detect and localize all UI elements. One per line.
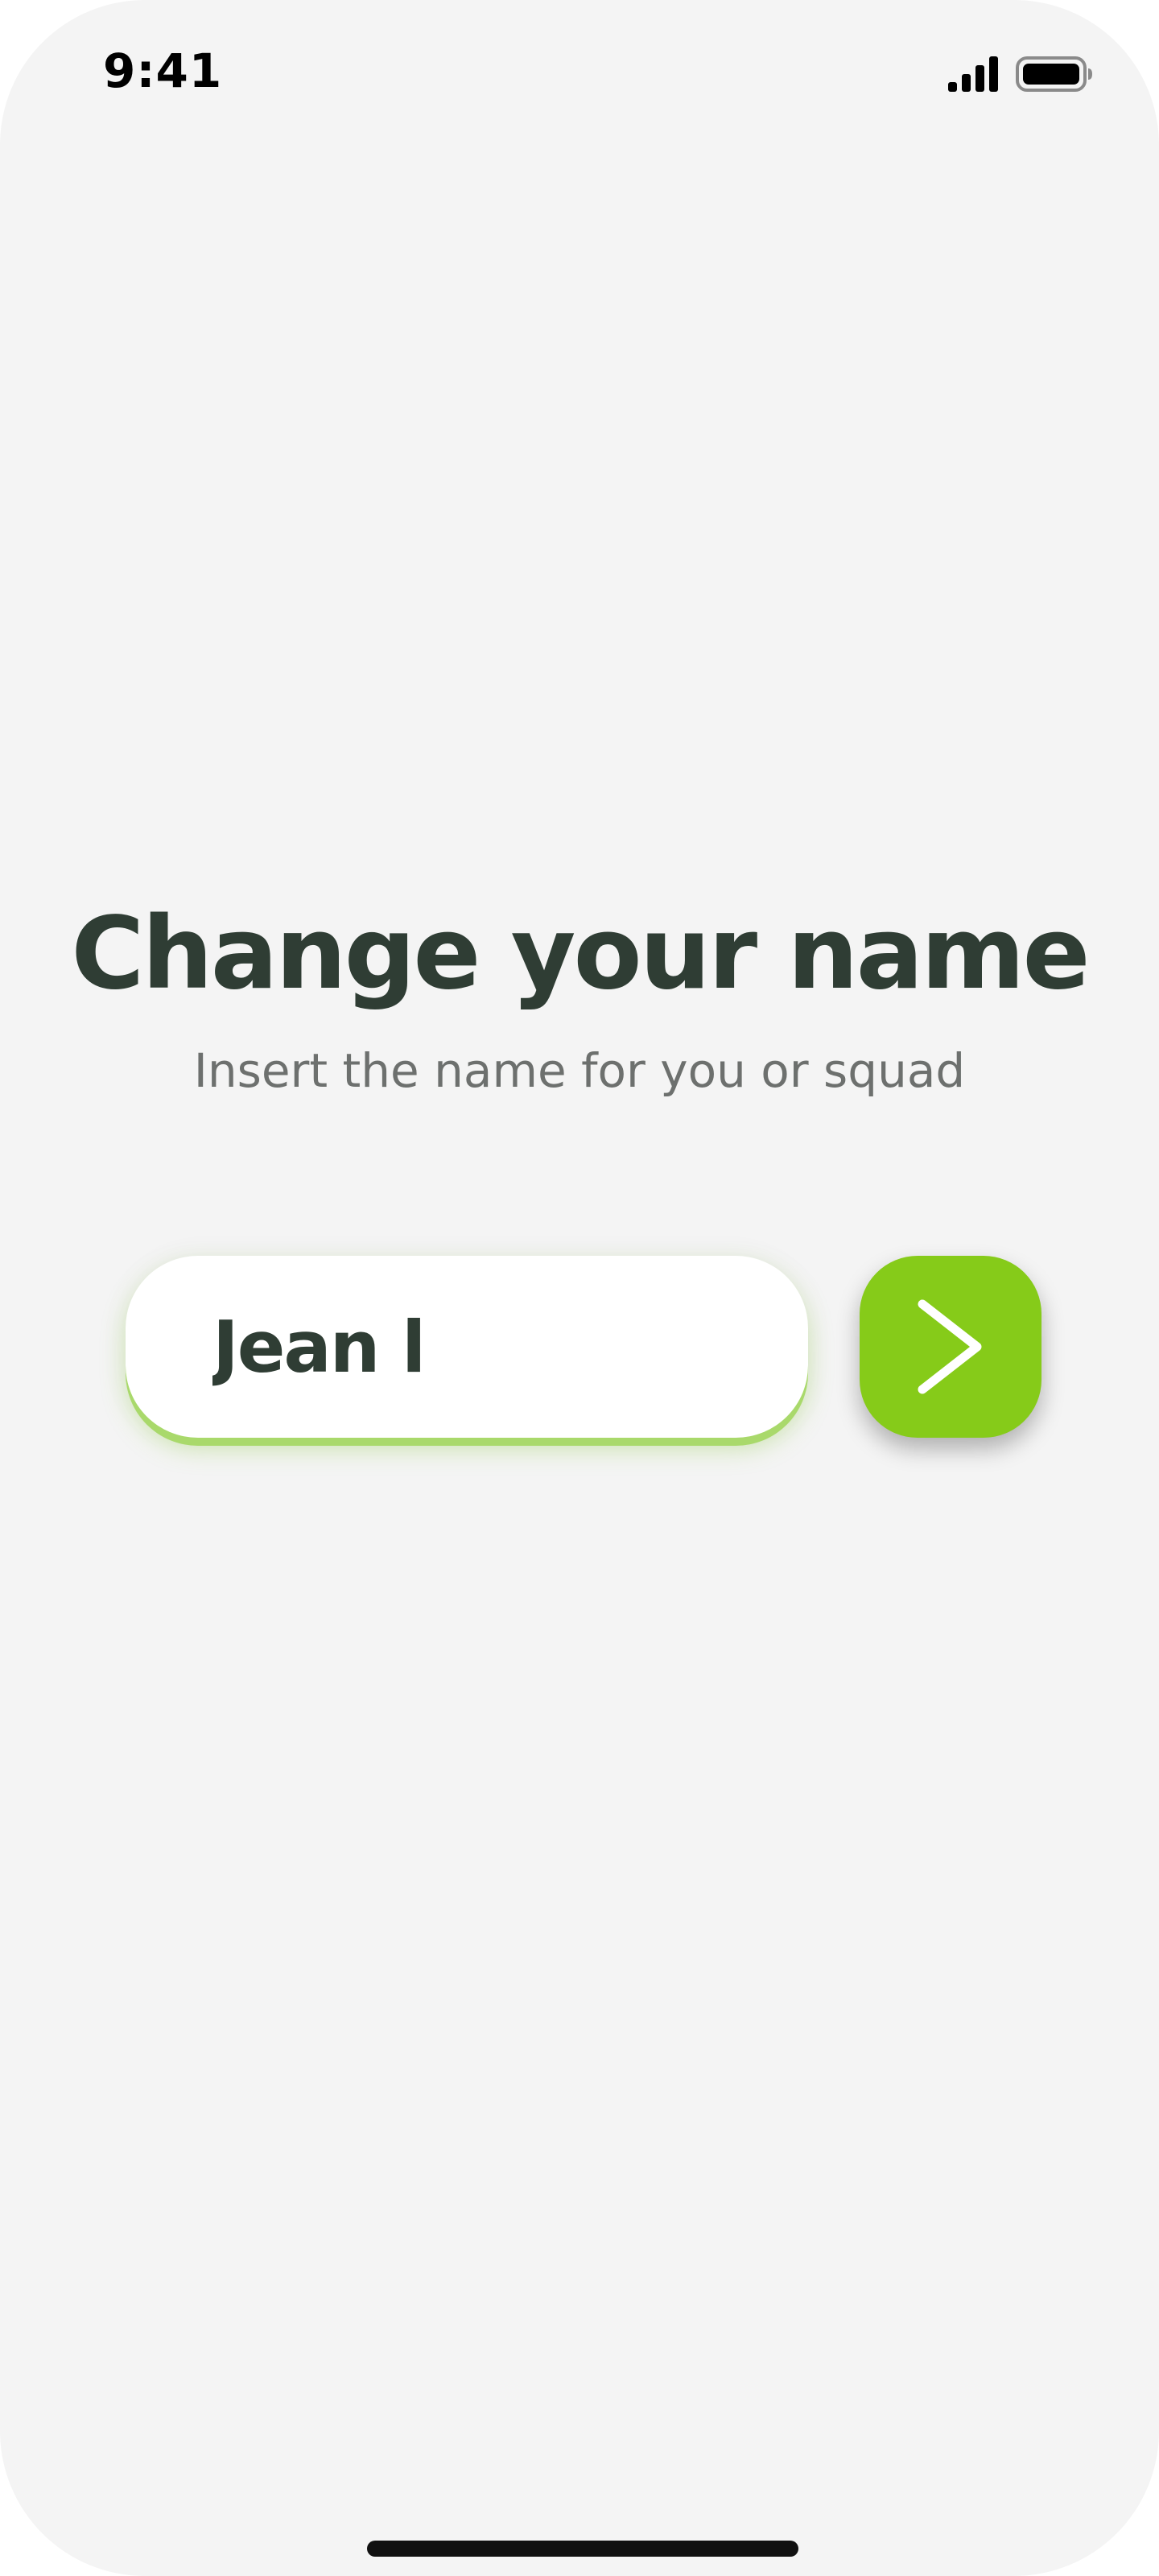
- chevron-right-icon: [918, 1299, 982, 1394]
- next-button[interactable]: [860, 1256, 1041, 1438]
- cellular-signal-icon: [948, 56, 998, 92]
- status-bar: 9:41: [0, 0, 1159, 145]
- name-input[interactable]: [212, 1256, 776, 1438]
- page-subtitle: Insert the name for you or squad: [193, 1043, 966, 1098]
- name-input-container: [126, 1256, 808, 1438]
- home-indicator[interactable]: [367, 2541, 798, 2557]
- battery-icon: [1016, 56, 1092, 92]
- status-time: 9:41: [103, 43, 223, 98]
- phone-screen: 9:41 Change your name Insert the name fo…: [0, 0, 1159, 2576]
- page-title: Change your name: [71, 896, 1090, 1012]
